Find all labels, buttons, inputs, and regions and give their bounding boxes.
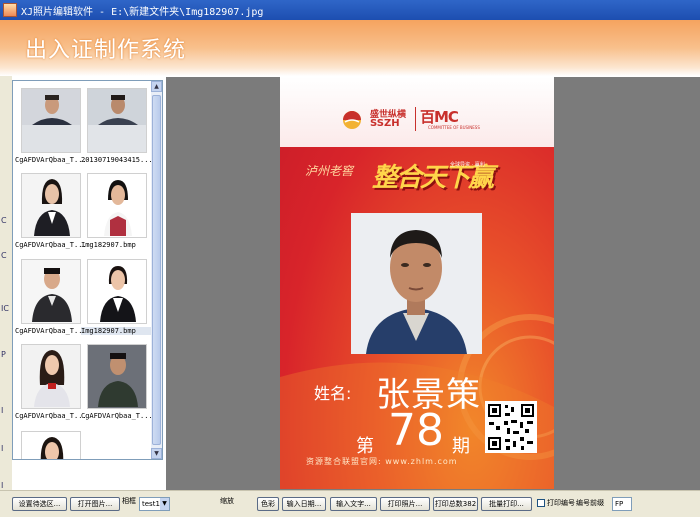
gutter-letter: P [1, 350, 6, 359]
gutter-letter: I [1, 444, 4, 453]
slogan-tag: 全球导资 · 赢利 [450, 162, 485, 168]
frame-label: 相框 [122, 497, 136, 505]
thumbnail-caption: CgAFDVArQbaa_T... [81, 412, 153, 420]
thumbnail-caption: Img182907.bmp [81, 241, 136, 249]
thumbnail-item[interactable] [15, 431, 85, 459]
batch-print-button[interactable]: 批量打印... [481, 497, 532, 511]
chevron-down-icon[interactable]: ▼ [160, 498, 169, 510]
header-banner: 出入证制作系统 [0, 20, 700, 76]
scroll-up-arrow-icon[interactable]: ▲ [151, 81, 162, 92]
period-suffix: 期 [452, 436, 470, 457]
slogan-small: 泸州老窖 [305, 164, 354, 178]
thumbnail-photo[interactable] [21, 431, 81, 459]
thumbnail-item[interactable]: CgAFDVArQbaa_T... [15, 173, 87, 255]
thumbnail-item[interactable]: CgAFDVArQbaa_T... [15, 344, 87, 426]
period-prefix: 第 [356, 436, 374, 457]
bottom-toolbar: 设置待选区... 打开图片... 相框 test1 ▼ 缩放 色彩 输入日期..… [0, 490, 700, 517]
thumbnail-item[interactable]: Img182907.bmp [81, 173, 151, 255]
number-prefix-input[interactable]: FP [612, 497, 632, 511]
input-date-button[interactable]: 输入日期... [282, 497, 326, 511]
thumbnail-caption: CgAFDVArQbaa_T... [15, 327, 87, 335]
thumbnail-photo[interactable] [87, 259, 147, 324]
thumbnail-caption: CgAFDVArQbaa_T... [15, 156, 87, 164]
frame-select[interactable]: test1 ▼ [139, 497, 170, 511]
set-selection-dir-button[interactable]: 设置待选区... [12, 497, 67, 511]
gutter-letter: I [1, 481, 4, 490]
print-number-checkbox[interactable] [537, 499, 545, 507]
zoom-label: 缩放 [220, 497, 234, 505]
thumbnail-photo[interactable] [21, 259, 81, 324]
bm-logo-subtext: COMMITTEE OF BUSINESS [428, 125, 480, 130]
thumbnail-item[interactable]: CgAFDVArQbaa_T... [81, 344, 153, 426]
thumbnail-photo[interactable] [87, 344, 147, 409]
thumbnail-photo[interactable] [21, 88, 81, 153]
logo-divider [415, 107, 416, 131]
thumbnail-caption: CgAFDVArQbaa_T... [15, 241, 87, 249]
app-title: 出入证制作系统 [25, 38, 187, 63]
sszh-logo-text: SSZH [370, 118, 400, 129]
thumbnail-grid: CgAFDVArQbaa_T... 20130719043415... CgAF… [13, 81, 153, 459]
color-button[interactable]: 色彩 [257, 497, 279, 511]
gutter-letter: IC [1, 304, 9, 313]
thumbnail-panel[interactable]: CgAFDVArQbaa_T... 20130719043415... CgAF… [12, 80, 163, 460]
thumbnail-item[interactable]: CgAFDVArQbaa_T... [15, 88, 87, 170]
thumbnail-item[interactable]: CgAFDVArQbaa_T... [15, 259, 87, 341]
window-title: XJ照片编辑软件 - E:\新建文件夹\Img182907.jpg [21, 7, 264, 18]
left-gutter: C C IC P I I I [0, 76, 12, 490]
thumbnail-caption: Img182907.bmp [81, 327, 153, 335]
app-icon [3, 3, 17, 17]
sszh-logo-icon [343, 111, 361, 129]
print-photo-button[interactable]: 打印照片... [380, 497, 430, 511]
bm-logo-text: 百MC [420, 108, 459, 126]
thumbnail-photo[interactable] [21, 173, 81, 238]
name-label: 姓名: [314, 384, 352, 403]
thumbnail-item[interactable]: 20130719043415... [81, 88, 153, 170]
frame-select-value: test1 [142, 500, 160, 508]
thumbnail-photo[interactable] [21, 344, 81, 409]
thumbnail-caption: CgAFDVArQbaa_T... [15, 412, 87, 420]
scrollbar-thumb[interactable] [152, 95, 161, 445]
open-image-button[interactable]: 打开图片... [70, 497, 120, 511]
thumbnail-photo[interactable] [87, 88, 147, 153]
preview-area: 盛世纵横 SSZH 百MC COMMITTEE OF BUSINESS 泸州老窖… [166, 77, 700, 490]
number-prefix-label: 编号前缀 [576, 499, 604, 507]
qr-code [485, 401, 537, 453]
thumbnail-photo[interactable] [87, 173, 147, 238]
thumbnail-caption: 20130719043415... [81, 156, 153, 164]
gutter-letter: C [1, 251, 7, 260]
print-total-button[interactable]: 打印总数382 [433, 497, 478, 511]
scroll-down-arrow-icon[interactable]: ▼ [151, 448, 162, 459]
thumbnail-item[interactable]: Img182907.bmp [81, 259, 153, 341]
card-photo [351, 213, 482, 354]
gutter-letter: I [1, 406, 4, 415]
gutter-letter: C [1, 216, 7, 225]
logo-band: 盛世纵横 SSZH 百MC COMMITTEE OF BUSINESS [280, 77, 554, 147]
print-number-label: 打印编号 [547, 499, 575, 507]
title-bar[interactable]: XJ照片编辑软件 - E:\新建文件夹\Img182907.jpg [0, 0, 700, 20]
app-window: XJ照片编辑软件 - E:\新建文件夹\Img182907.jpg 出入证制作系… [0, 0, 700, 517]
id-card: 盛世纵横 SSZH 百MC COMMITTEE OF BUSINESS 泸州老窖… [280, 77, 554, 489]
website-text: 资源整合联盟官网: www.zhlm.com [306, 457, 458, 466]
input-text-button[interactable]: 输入文字... [330, 497, 377, 511]
thumbnail-scrollbar[interactable]: ▲ ▼ [151, 81, 162, 459]
period-number: 78 [388, 405, 444, 456]
